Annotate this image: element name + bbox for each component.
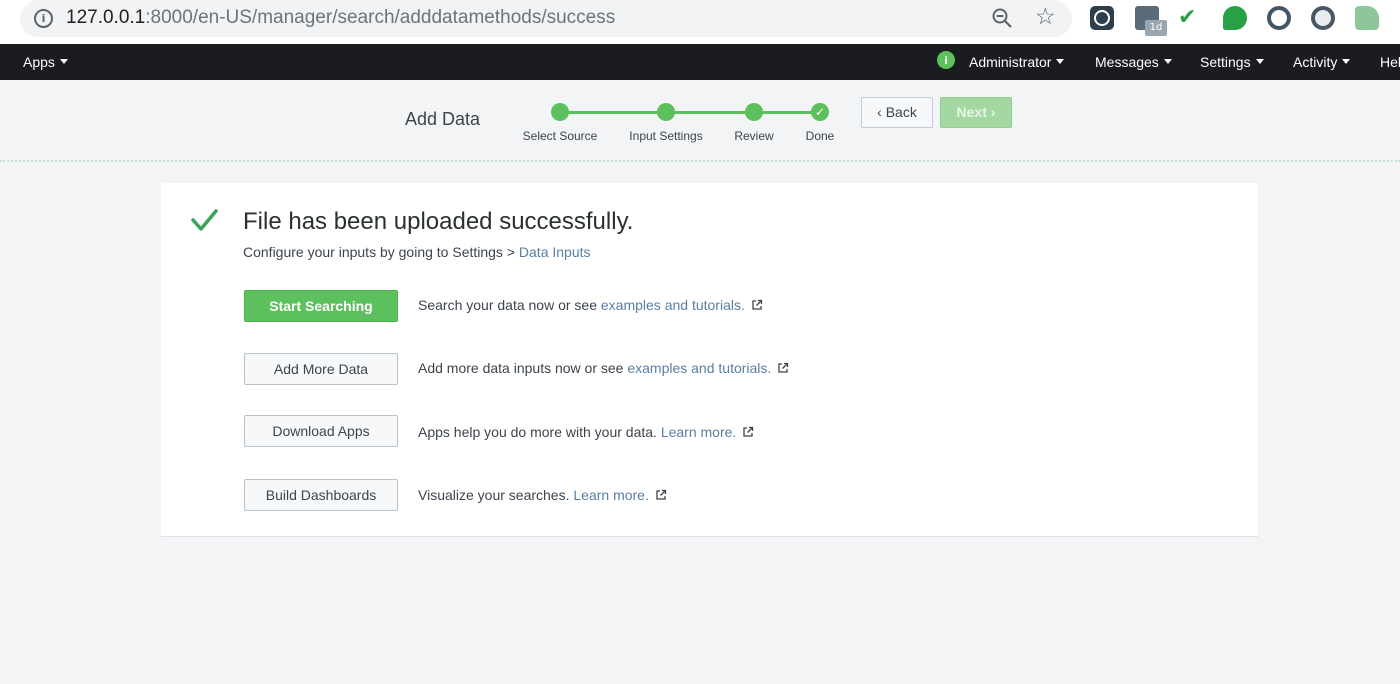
add-more-data-description: Add more data inputs now or see examples… — [418, 359, 789, 377]
page-title: Add Data — [405, 109, 481, 129]
description-text: Add more data inputs now or see — [418, 360, 628, 376]
build-dashboards-description: Visualize your searches. Learn more. — [418, 486, 667, 504]
learn-more-link[interactable]: Learn more. — [661, 424, 736, 440]
external-link-icon — [752, 299, 763, 310]
step-label: Done — [805, 129, 835, 143]
nav-messages-menu[interactable]: Messages — [1095, 53, 1172, 71]
caret-down-icon — [1163, 59, 1172, 64]
url-path: :8000/en-US/manager/search/adddatamethod… — [145, 7, 616, 28]
zoom-icon[interactable] — [991, 7, 1013, 29]
circle-extension-icon[interactable] — [1311, 6, 1335, 30]
app-navbar: Apps Administrator Messages Settings Act… — [0, 44, 1400, 80]
build-dashboards-button[interactable]: Build Dashboards — [244, 479, 398, 511]
step-dot-input-settings — [657, 103, 675, 121]
examples-tutorials-link[interactable]: examples and tutorials. — [627, 360, 771, 376]
success-subtitle: Configure your inputs by going to Settin… — [243, 243, 591, 261]
step-dot-select-source — [551, 103, 569, 121]
caret-down-icon — [1255, 59, 1264, 64]
add-more-data-button[interactable]: Add More Data — [244, 353, 398, 385]
examples-tutorials-link[interactable]: examples and tutorials. — [601, 297, 745, 313]
step-dot-review — [745, 103, 763, 121]
step-label: Select Source — [522, 129, 598, 143]
external-link-icon — [778, 362, 789, 373]
chevron-right-icon: › — [986, 104, 996, 120]
calendar-badge: 1d — [1145, 20, 1167, 36]
step-label: Input Settings — [629, 129, 703, 143]
description-text: Visualize your searches. — [418, 487, 574, 503]
next-button[interactable]: Next › — [940, 97, 1012, 128]
description-text: Search your data now or see — [418, 297, 601, 313]
back-button-label: Back — [885, 104, 917, 120]
caret-down-icon — [1342, 59, 1351, 64]
nav-help-label: Help — [1380, 54, 1400, 70]
start-searching-description: Search your data now or see examples and… — [418, 296, 763, 314]
step-label: Review — [734, 129, 774, 143]
calendar-extension-icon[interactable]: 1d — [1135, 6, 1167, 36]
description-text: Apps help you do more with your data. — [418, 424, 661, 440]
leaf-extension-icon[interactable] — [1223, 6, 1247, 30]
caret-down-icon — [1056, 59, 1065, 64]
chevron-left-icon: ‹ — [877, 104, 886, 120]
nav-administrator-label: Administrator — [969, 54, 1052, 70]
download-apps-description: Apps help you do more with your data. Le… — [418, 423, 754, 441]
url-text[interactable]: 127.0.0.1:8000/en-US/manager/search/addd… — [66, 6, 615, 30]
square-extension-icon[interactable] — [1355, 6, 1379, 30]
nav-help-menu[interactable]: Help — [1380, 53, 1400, 71]
wizard-header — [0, 80, 1400, 162]
back-button[interactable]: ‹ Back — [861, 97, 933, 128]
url-host: 127.0.0.1 — [66, 7, 146, 28]
start-searching-button[interactable]: Start Searching — [244, 290, 398, 322]
nav-settings-label: Settings — [1200, 54, 1251, 70]
compass-extension-icon[interactable] — [1090, 6, 1114, 30]
nav-apps-label: Apps — [23, 54, 55, 70]
checkmark-extension-icon[interactable]: ✔ — [1178, 6, 1202, 30]
nav-administrator-menu[interactable]: Administrator — [969, 53, 1065, 71]
bookmark-star-icon[interactable]: ☆ — [1035, 4, 1056, 30]
download-apps-button[interactable]: Download Apps — [244, 415, 398, 447]
learn-more-link[interactable]: Learn more. — [573, 487, 648, 503]
step-progress-line — [560, 111, 820, 114]
browser-toolbar: i 127.0.0.1:8000/en-US/manager/search/ad… — [0, 0, 1400, 44]
success-title: File has been uploaded successfully. — [243, 208, 634, 235]
next-button-label: Next — [956, 104, 987, 120]
step-done-check-icon: ✓ — [811, 103, 829, 121]
nav-settings-menu[interactable]: Settings — [1200, 53, 1264, 71]
ring-extension-icon[interactable] — [1267, 6, 1291, 30]
nav-apps-menu[interactable]: Apps — [23, 53, 68, 71]
caret-down-icon — [59, 59, 68, 64]
data-inputs-link[interactable]: Data Inputs — [519, 244, 591, 260]
info-icon[interactable]: i — [34, 9, 53, 28]
health-status-icon[interactable]: i — [937, 51, 955, 69]
nav-activity-menu[interactable]: Activity — [1293, 53, 1351, 71]
subtitle-text: Configure your inputs by going to Settin… — [243, 244, 519, 260]
nav-activity-label: Activity — [1293, 54, 1338, 70]
address-bar[interactable]: i 127.0.0.1:8000/en-US/manager/search/ad… — [20, 0, 1072, 37]
external-link-icon — [656, 489, 667, 500]
nav-messages-label: Messages — [1095, 54, 1159, 70]
external-link-icon — [743, 426, 754, 437]
success-check-icon — [191, 209, 218, 231]
